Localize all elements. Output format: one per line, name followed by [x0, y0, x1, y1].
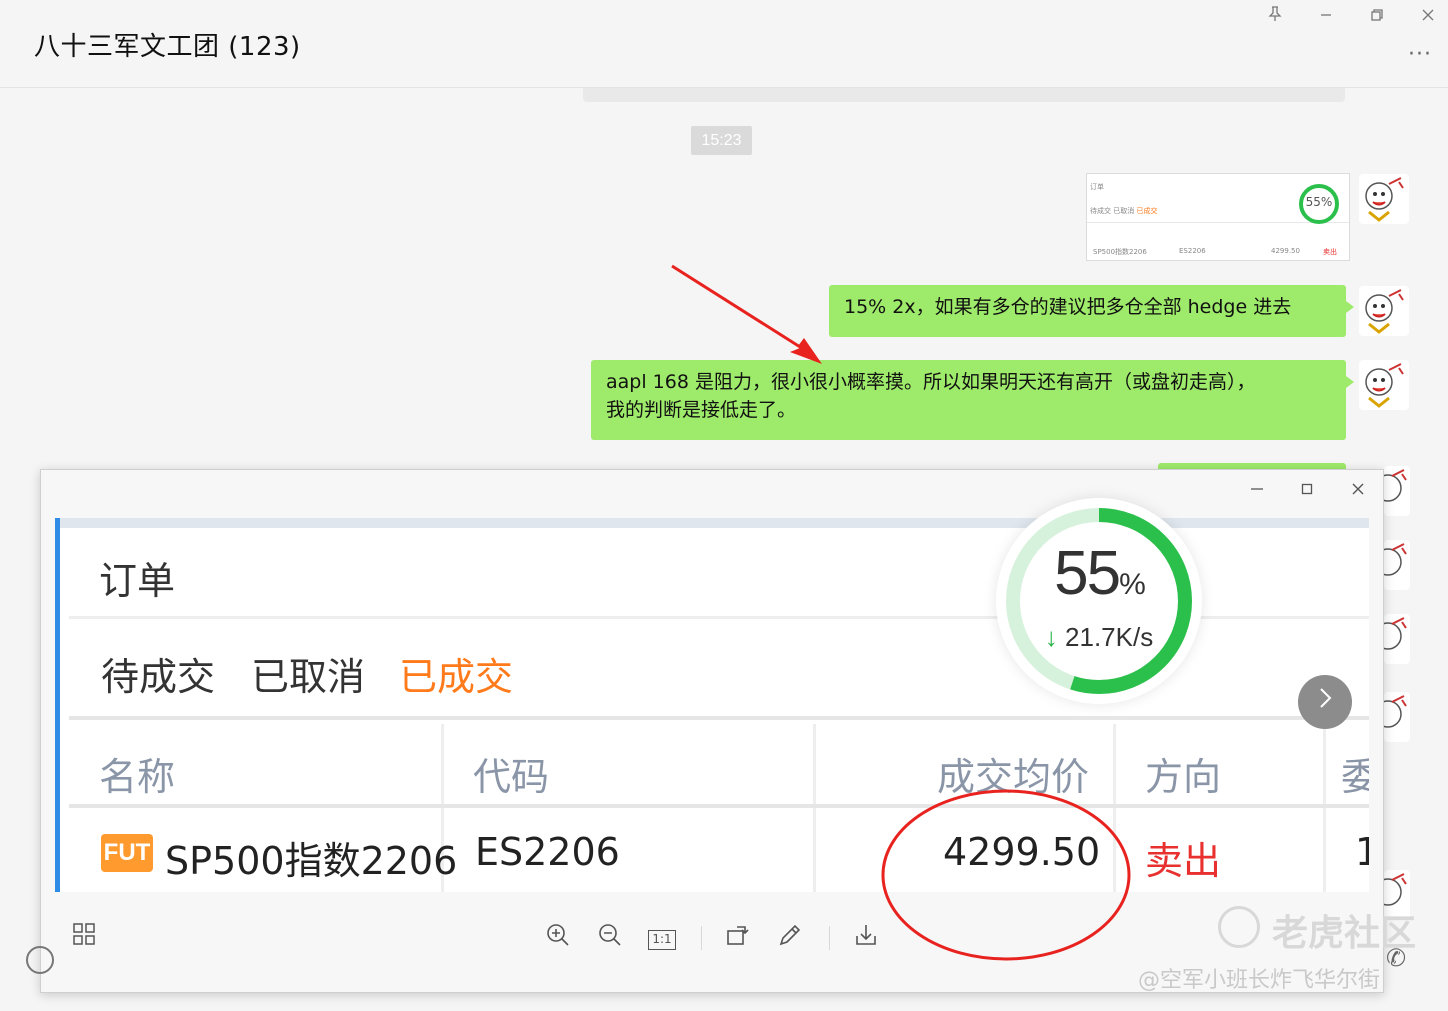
- column-divider: [1113, 724, 1116, 892]
- divider: [69, 716, 1369, 720]
- message-bubble[interactable]: 15% 2x，如果有多仓的建议把多仓全部 hedge 进去: [829, 285, 1354, 337]
- rotate-icon[interactable]: [721, 922, 755, 956]
- cell-name: SP500指数2206: [165, 839, 458, 883]
- orders-title: 订单: [99, 559, 176, 603]
- message-text-line: 我的判断是接低走了。: [606, 399, 797, 421]
- close-icon[interactable]: [1415, 4, 1441, 30]
- maximize-icon[interactable]: [1294, 478, 1320, 504]
- actual-size-icon[interactable]: 1:1: [645, 922, 679, 956]
- tab-cancelled: 已取消: [251, 655, 366, 699]
- thumb-speed-ring: 55%: [1299, 184, 1339, 224]
- avatar[interactable]: [1384, 466, 1410, 516]
- speed-percent: 55%: [1054, 539, 1146, 608]
- restore-icon[interactable]: [1364, 4, 1390, 30]
- previous-message-edge: [583, 88, 1345, 102]
- image-left-accent-bar: [55, 518, 60, 892]
- avatar[interactable]: [1384, 614, 1410, 664]
- thumb-row-price: 4299.50: [1271, 247, 1300, 255]
- pin-icon[interactable]: [1262, 4, 1288, 30]
- toolbar-separator: [829, 926, 830, 950]
- tab-pending: 待成交: [101, 655, 216, 699]
- avatar[interactable]: [1359, 286, 1409, 336]
- futures-badge: FUT: [101, 834, 153, 872]
- timestamp-badge: 15:23: [691, 126, 752, 155]
- column-header-code: 代码: [473, 755, 550, 799]
- avatar[interactable]: [1359, 174, 1409, 224]
- column-header-truncated: 委: [1341, 755, 1369, 799]
- image-message-thumbnail[interactable]: 订单 待成交 已取消 已成交 SP500指数2206 ES2206 4299.5…: [1086, 173, 1350, 261]
- arrow-down-icon: ↓: [1044, 622, 1058, 652]
- zoom-in-icon[interactable]: [541, 922, 575, 956]
- watermark-brand: 老虎社区: [1272, 913, 1417, 954]
- watermark-author: @空军小班长炸飞华尔街: [1138, 968, 1381, 993]
- minimize-icon[interactable]: [1313, 4, 1339, 30]
- thumb-row-code: ES2206: [1179, 247, 1206, 255]
- thumb-row-name: SP500指数2206: [1093, 248, 1147, 256]
- column-divider: [1323, 724, 1326, 892]
- message-text-line: aapl 168 是阻力，很小很小概率摸。所以如果明天还有高开（或盘初走高），: [606, 371, 1256, 393]
- avatar[interactable]: [1359, 360, 1409, 410]
- divider: [69, 804, 1369, 808]
- column-header-avg-price: 成交均价: [937, 755, 1090, 799]
- column-divider: [813, 724, 816, 892]
- avatar[interactable]: [1384, 692, 1410, 742]
- close-icon[interactable]: [1345, 478, 1371, 504]
- emoji-icon[interactable]: [26, 946, 54, 974]
- edit-icon[interactable]: [773, 922, 807, 956]
- cell-avg-price: 4299.50: [943, 830, 1101, 874]
- zoom-out-icon[interactable]: [593, 922, 627, 956]
- chat-header: 八十三军文工团 (123) ···: [0, 0, 1448, 88]
- next-image-button[interactable]: [1298, 675, 1352, 729]
- thumb-title: 订单: [1090, 183, 1104, 191]
- grid-icon[interactable]: [67, 922, 101, 956]
- column-header-direction: 方向: [1145, 755, 1222, 799]
- network-speed-widget[interactable]: 55% ↓ 21.7K/s: [996, 498, 1202, 704]
- tiger-community-logo: [1218, 906, 1260, 948]
- cell-truncated: 1: [1355, 830, 1369, 874]
- toolbar-separator: [701, 926, 702, 950]
- message-text: 15% 2x，如果有多仓的建议把多仓全部 hedge 进去: [844, 296, 1292, 318]
- thumb-tabs: 待成交 已取消 已成交: [1090, 207, 1158, 215]
- chat-title: 八十三军文工团 (123): [34, 32, 301, 62]
- more-options-button[interactable]: ···: [1408, 42, 1432, 67]
- speed-rate: ↓ 21.7K/s: [1044, 622, 1154, 652]
- minimize-icon[interactable]: [1244, 478, 1270, 504]
- avatar[interactable]: [1384, 540, 1410, 590]
- download-icon[interactable]: [849, 922, 883, 956]
- message-bubble[interactable]: aapl 168 是阻力，很小很小概率摸。所以如果明天还有高开（或盘初走高）， …: [591, 360, 1354, 440]
- column-header-name: 名称: [99, 755, 176, 799]
- actual-size-label: 1:1: [648, 930, 676, 950]
- cell-direction: 卖出: [1145, 839, 1222, 883]
- cell-code: ES2206: [475, 830, 620, 874]
- tab-filled: 已成交: [399, 655, 514, 699]
- chevron-right-icon: [1320, 688, 1332, 708]
- thumb-row-direction: 卖出: [1323, 248, 1337, 256]
